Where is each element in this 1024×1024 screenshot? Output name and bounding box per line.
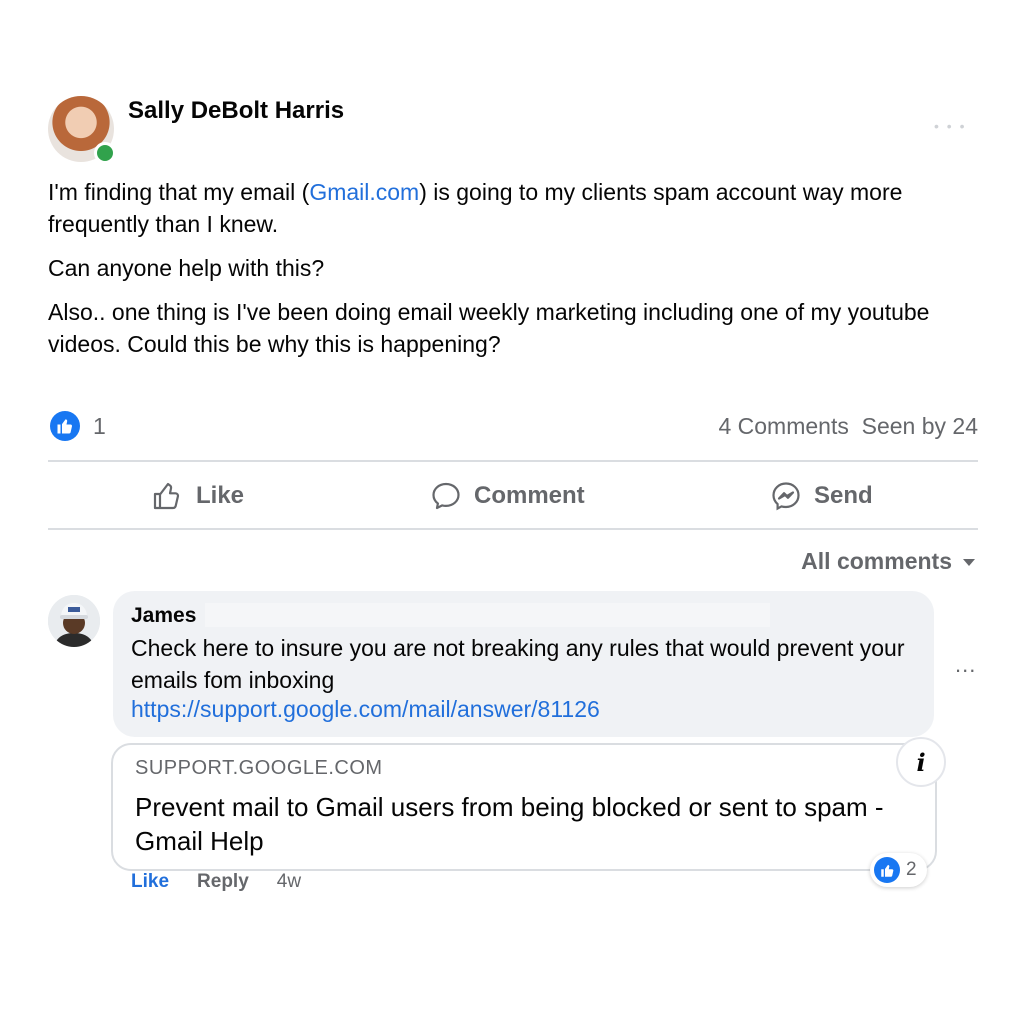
comment-more-icon[interactable]: ... xyxy=(955,652,976,678)
send-button-label: Send xyxy=(814,482,873,509)
divider xyxy=(48,460,978,462)
commenter-avatar[interactable] xyxy=(48,595,100,647)
comment-reaction-summary[interactable]: 2 xyxy=(870,853,927,887)
online-status-indicator xyxy=(94,142,116,164)
seen-by-count[interactable]: Seen by 24 xyxy=(862,413,978,439)
link-preview-title[interactable]: Prevent mail to Gmail users from being b… xyxy=(135,790,895,858)
gmail-link[interactable]: Gmail.com xyxy=(309,179,419,205)
comment-link[interactable]: https://support.google.com/mail/answer/8… xyxy=(131,696,600,723)
send-button[interactable]: Send xyxy=(770,474,873,518)
commenter-name[interactable]: James xyxy=(131,604,196,628)
link-preview-domain: SUPPORT.GOOGLE.COM xyxy=(135,757,383,779)
like-reaction-icon xyxy=(874,857,900,883)
post-author-name[interactable]: Sally DeBolt Harris xyxy=(128,97,344,125)
comments-filter-dropdown[interactable]: All comments xyxy=(801,548,976,575)
post-paragraph-2: Can anyone help with this? xyxy=(48,255,325,281)
thumbs-up-icon xyxy=(153,482,180,510)
like-reaction-icon[interactable] xyxy=(50,411,80,441)
post-paragraph-3: Also.. one thing is I've been doing emai… xyxy=(48,299,930,357)
like-button[interactable]: Like xyxy=(152,474,244,518)
comment-timestamp[interactable]: 4w xyxy=(277,871,301,893)
post-stats: 4 Comments Seen by 24 xyxy=(718,413,978,440)
caret-down-icon xyxy=(963,558,975,566)
comment-text: Check here to insure you are not breakin… xyxy=(131,635,905,693)
comment-button[interactable]: Comment xyxy=(430,474,585,518)
comment-bubble-icon xyxy=(432,482,460,510)
messenger-icon xyxy=(772,482,800,511)
post-text-segment: I'm finding that my email ( xyxy=(48,179,310,205)
comment-like-button[interactable]: Like xyxy=(131,871,169,893)
reaction-count[interactable]: 1 xyxy=(93,413,106,440)
info-icon[interactable]: i xyxy=(896,737,946,787)
comment-reaction-count: 2 xyxy=(906,859,917,880)
divider xyxy=(48,528,978,530)
comments-count[interactable]: 4 Comments xyxy=(718,413,848,439)
comments-filter-label: All comments xyxy=(801,548,952,574)
comment-reply-button[interactable]: Reply xyxy=(197,871,249,893)
post-more-icon[interactable]: • • • xyxy=(934,118,966,134)
redacted-name-area xyxy=(205,603,770,627)
comment-button-label: Comment xyxy=(474,482,585,509)
post-paragraph-1: I'm finding that my email (Gmail.com) is… xyxy=(48,176,978,240)
comment-actions: Like Reply 4w xyxy=(131,871,301,893)
like-button-label: Like xyxy=(196,482,245,509)
